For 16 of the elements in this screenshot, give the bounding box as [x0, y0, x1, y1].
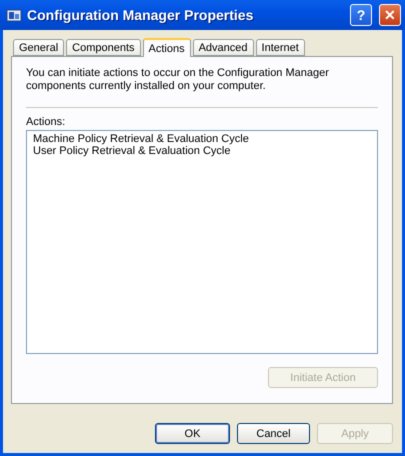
list-item[interactable]: Machine Policy Retrieval & Evaluation Cycle	[33, 133, 371, 145]
dialog-button[interactable]: OK	[155, 423, 230, 444]
tab[interactable]: Advanced	[192, 39, 254, 56]
tab[interactable]: Internet	[256, 39, 305, 56]
tab[interactable]: Actions	[142, 38, 191, 57]
description-text: You can initiate actions to occur on the Configuration Manager components currently installed on your computer.	[26, 67, 330, 93]
actions-label: Actions:	[26, 116, 66, 128]
app-icon	[6, 7, 22, 23]
actions-list[interactable]: Machine Policy Retrieval & Evaluation Cycle User Policy Retrieval & Evaluation Cycle	[26, 130, 378, 354]
dialog-button[interactable]: Cancel	[237, 423, 310, 444]
list-item[interactable]: User Policy Retrieval & Evaluation Cycle	[33, 145, 371, 157]
tab[interactable]: General	[13, 39, 64, 56]
close-button[interactable]: ✕	[379, 4, 401, 26]
tab[interactable]: Components	[66, 39, 141, 56]
window-title: Configuration Manager Properties	[27, 7, 254, 23]
help-button[interactable]: ?	[350, 4, 372, 26]
